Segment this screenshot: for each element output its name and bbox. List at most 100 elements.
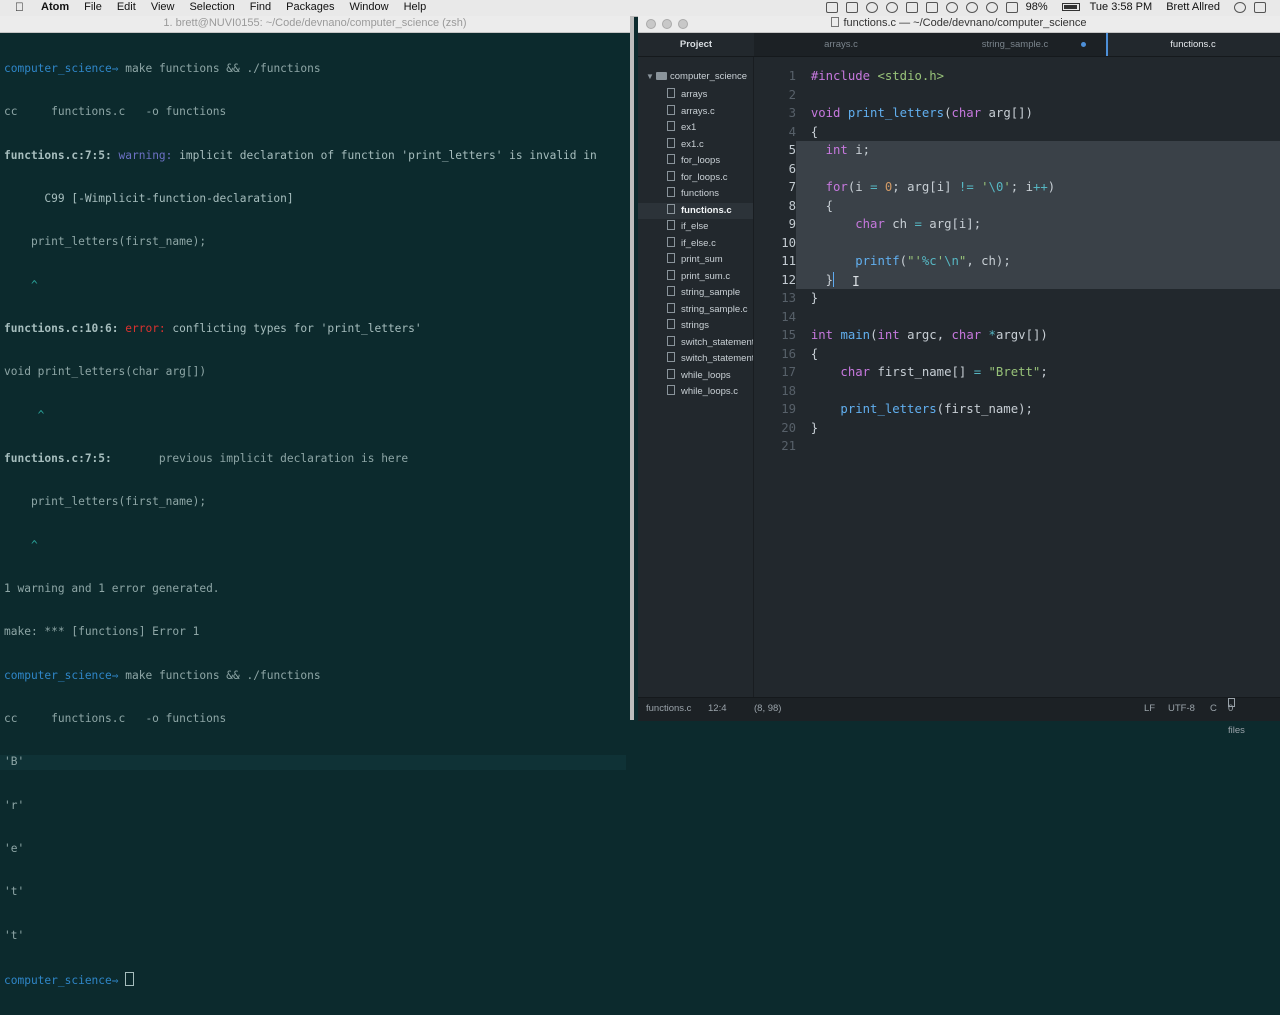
battery-percent[interactable]: 98% (1026, 1, 1048, 13)
atom-window: functions.c — ~/Code/devnano/computer_sc… (638, 16, 1280, 736)
tree-item-label: print_sum (681, 254, 723, 265)
terminal-output[interactable]: computer_science⇒ make functions && ./fu… (0, 33, 626, 1015)
terminal-line: ^ (4, 278, 38, 292)
user-name[interactable]: Brett Allred (1166, 1, 1220, 13)
tree-item-label: switch_statement.c (681, 353, 753, 364)
terminal-line: computer_science⇒ make functions && ./fu… (4, 669, 626, 683)
tree-item-label: arrays (681, 89, 708, 100)
tree-item[interactable]: while_loops.c (667, 384, 753, 400)
tree-item[interactable]: switch_statement (667, 335, 753, 351)
message-icon[interactable] (905, 1, 918, 13)
menu-app-name[interactable]: Atom (41, 1, 69, 13)
tab-functions-c[interactable]: functions.c (1106, 33, 1280, 56)
terminal-line: make: *** [functions] Error 1 (4, 625, 200, 639)
tree-item[interactable]: strings (667, 318, 753, 334)
menu-selection[interactable]: Selection (189, 1, 234, 13)
status-app-icon[interactable] (825, 1, 838, 13)
tree-item[interactable]: if_else (667, 219, 753, 235)
menu-file[interactable]: File (84, 1, 102, 13)
tree-item-selected[interactable]: functions.c (638, 203, 753, 219)
menu-window[interactable]: Window (349, 1, 388, 13)
tree-item-label: strings (681, 320, 709, 331)
tree-item[interactable]: for_loops (667, 153, 753, 169)
tree-item[interactable]: functions (667, 186, 753, 202)
file-icon (667, 88, 675, 98)
status-cursor-position[interactable]: 12:4 (708, 698, 727, 720)
project-tree[interactable]: ▼ computer_science arrays arrays.c ex1 ex… (638, 57, 754, 697)
file-icon (667, 138, 675, 148)
tree-item[interactable]: print_sum (667, 252, 753, 268)
code-line: } (796, 420, 819, 435)
terminal-prompt: computer_science (4, 61, 112, 75)
file-icon (667, 336, 675, 346)
menu-packages[interactable]: Packages (286, 1, 334, 13)
prompt-arrow: ⇒ (111, 668, 119, 682)
status-encoding[interactable]: UTF-8 (1168, 698, 1195, 720)
tree-item[interactable]: arrays.c (667, 104, 753, 120)
terminal-line: 't' (4, 885, 25, 899)
close-window-button[interactable] (646, 19, 656, 29)
tree-item[interactable]: switch_statement.c (667, 351, 753, 367)
tree-item[interactable]: for_loops.c (667, 170, 753, 186)
display-icon[interactable] (925, 1, 938, 13)
tree-root[interactable]: ▼ computer_science (646, 69, 747, 85)
tree-item-label: functions (681, 188, 720, 199)
terminal-title: 1. brett@NUVI0155: ~/Code/devnano/comput… (0, 16, 630, 33)
terminal-line: 'r' (4, 798, 25, 812)
zoom-window-button[interactable] (678, 19, 688, 29)
menu-help[interactable]: Help (404, 1, 427, 13)
code-line: } (796, 270, 1280, 289)
tab-arrays-c[interactable]: arrays.c (756, 33, 926, 56)
menu-edit[interactable]: Edit (117, 1, 136, 13)
status-line-ending[interactable]: LF (1144, 698, 1155, 720)
battery-icon[interactable] (1061, 3, 1080, 11)
wifi-icon[interactable] (985, 1, 998, 13)
diag-message: implicit declaration of function 'print_… (172, 148, 597, 162)
tree-item[interactable]: print_sum.c (667, 269, 753, 285)
tree-item[interactable]: string_sample (667, 285, 753, 301)
keyboard-icon[interactable] (845, 1, 858, 13)
clock-text[interactable]: Tue 3:58 PM (1090, 1, 1153, 13)
menu-view[interactable]: View (151, 1, 175, 13)
tree-item-label: switch_statement (681, 337, 753, 348)
tab-project[interactable]: Project (638, 33, 754, 56)
spotlight-search-icon[interactable] (1234, 1, 1246, 13)
code-line (796, 159, 1280, 178)
tree-item[interactable]: arrays (667, 87, 753, 103)
terminal-line: 1 warning and 1 error generated. (4, 582, 220, 596)
tree-item[interactable]: if_else.c (667, 236, 753, 252)
status-file-name[interactable]: functions.c (646, 698, 691, 720)
tab-string-sample-c[interactable]: string_sample.c (930, 33, 1100, 56)
terminal-window[interactable]: 1. brett@NUVI0155: ~/Code/devnano/comput… (0, 16, 634, 987)
notification-center-icon[interactable] (1254, 1, 1266, 13)
line-number: 14 (781, 309, 796, 324)
code-editor[interactable]: 1 2 3 4 5 6 7 8 9 10 11 12 13 14 15 16 1… (754, 57, 1280, 697)
clock-icon[interactable] (865, 1, 878, 13)
minimize-window-button[interactable] (662, 19, 672, 29)
bluetooth-icon[interactable] (965, 1, 978, 13)
file-icon (667, 369, 675, 379)
status-selection-count[interactable]: (8, 98) (754, 698, 781, 720)
code-line: char first_name[] = "Brett"; (840, 365, 1048, 379)
tree-item[interactable]: ex1 (667, 120, 753, 136)
file-icon (667, 121, 675, 131)
terminal-cursor (125, 972, 135, 987)
tree-item-label: for_loops (681, 155, 721, 166)
volume-icon[interactable] (1005, 1, 1018, 13)
timemachine-icon[interactable] (945, 1, 958, 13)
terminal-command: make functions && ./functions (118, 61, 321, 75)
status-grammar[interactable]: C (1210, 698, 1217, 720)
menu-find[interactable]: Find (250, 1, 271, 13)
menu-list: Atom File Edit View Selection Find Packa… (41, 1, 441, 13)
code-line: { (796, 196, 1280, 215)
line-number: 16 (781, 346, 796, 361)
tree-item-label: arrays.c (681, 106, 715, 117)
tree-item[interactable]: ex1.c (667, 137, 753, 153)
prompt-arrow: ⇒ (111, 61, 119, 75)
apple-logo-icon[interactable]:  (15, 0, 24, 14)
sync-icon[interactable] (885, 1, 898, 13)
tree-item[interactable]: while_loops (667, 368, 753, 384)
tree-item[interactable]: string_sample.c (667, 302, 753, 318)
